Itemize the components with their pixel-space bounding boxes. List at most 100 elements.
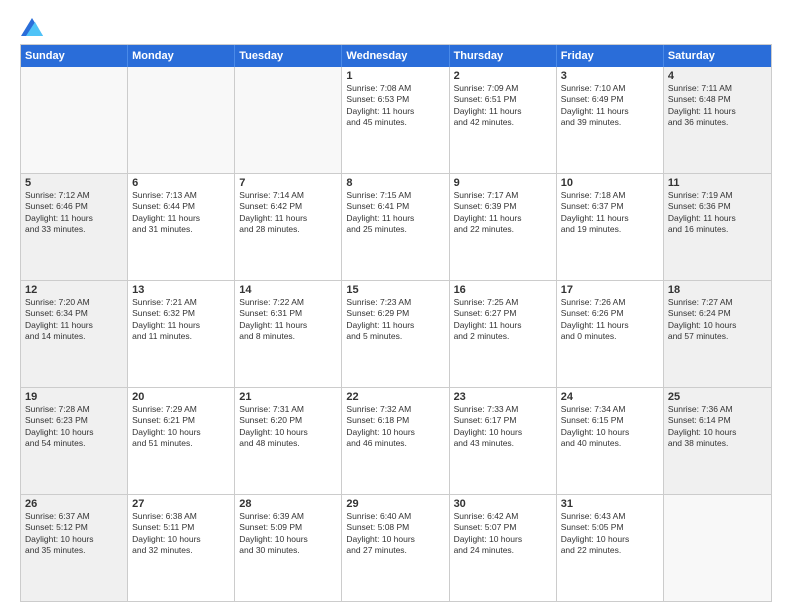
calendar-cell: 26Sunrise: 6:37 AM Sunset: 5:12 PM Dayli… <box>21 495 128 601</box>
cell-info: Sunrise: 6:43 AM Sunset: 5:05 PM Dayligh… <box>561 511 659 557</box>
header <box>20 18 772 34</box>
day-header-friday: Friday <box>557 45 664 67</box>
calendar-row-1: 1Sunrise: 7:08 AM Sunset: 6:53 PM Daylig… <box>21 67 771 173</box>
cell-info: Sunrise: 6:42 AM Sunset: 5:07 PM Dayligh… <box>454 511 552 557</box>
cell-info: Sunrise: 7:28 AM Sunset: 6:23 PM Dayligh… <box>25 404 123 450</box>
day-number: 11 <box>668 177 767 189</box>
day-number: 21 <box>239 391 337 403</box>
cell-info: Sunrise: 7:08 AM Sunset: 6:53 PM Dayligh… <box>346 83 444 129</box>
day-number: 5 <box>25 177 123 189</box>
day-number: 1 <box>346 70 444 82</box>
cell-info: Sunrise: 7:26 AM Sunset: 6:26 PM Dayligh… <box>561 297 659 343</box>
calendar-cell: 27Sunrise: 6:38 AM Sunset: 5:11 PM Dayli… <box>128 495 235 601</box>
cell-info: Sunrise: 7:31 AM Sunset: 6:20 PM Dayligh… <box>239 404 337 450</box>
calendar-cell: 19Sunrise: 7:28 AM Sunset: 6:23 PM Dayli… <box>21 388 128 494</box>
cell-info: Sunrise: 7:29 AM Sunset: 6:21 PM Dayligh… <box>132 404 230 450</box>
calendar: SundayMondayTuesdayWednesdayThursdayFrid… <box>20 44 772 602</box>
day-number: 8 <box>346 177 444 189</box>
calendar-cell: 12Sunrise: 7:20 AM Sunset: 6:34 PM Dayli… <box>21 281 128 387</box>
day-header-saturday: Saturday <box>664 45 771 67</box>
calendar-cell: 23Sunrise: 7:33 AM Sunset: 6:17 PM Dayli… <box>450 388 557 494</box>
calendar-cell: 8Sunrise: 7:15 AM Sunset: 6:41 PM Daylig… <box>342 174 449 280</box>
cell-info: Sunrise: 6:38 AM Sunset: 5:11 PM Dayligh… <box>132 511 230 557</box>
day-number: 3 <box>561 70 659 82</box>
day-number: 27 <box>132 498 230 510</box>
day-number: 6 <box>132 177 230 189</box>
calendar-cell: 20Sunrise: 7:29 AM Sunset: 6:21 PM Dayli… <box>128 388 235 494</box>
day-header-wednesday: Wednesday <box>342 45 449 67</box>
day-number: 23 <box>454 391 552 403</box>
day-number: 16 <box>454 284 552 296</box>
calendar-row-2: 5Sunrise: 7:12 AM Sunset: 6:46 PM Daylig… <box>21 173 771 280</box>
calendar-cell: 29Sunrise: 6:40 AM Sunset: 5:08 PM Dayli… <box>342 495 449 601</box>
calendar-cell: 14Sunrise: 7:22 AM Sunset: 6:31 PM Dayli… <box>235 281 342 387</box>
cell-info: Sunrise: 7:21 AM Sunset: 6:32 PM Dayligh… <box>132 297 230 343</box>
cell-info: Sunrise: 7:19 AM Sunset: 6:36 PM Dayligh… <box>668 190 767 236</box>
calendar-cell: 21Sunrise: 7:31 AM Sunset: 6:20 PM Dayli… <box>235 388 342 494</box>
calendar-cell: 13Sunrise: 7:21 AM Sunset: 6:32 PM Dayli… <box>128 281 235 387</box>
calendar-cell: 9Sunrise: 7:17 AM Sunset: 6:39 PM Daylig… <box>450 174 557 280</box>
calendar-cell: 4Sunrise: 7:11 AM Sunset: 6:48 PM Daylig… <box>664 67 771 173</box>
cell-info: Sunrise: 7:15 AM Sunset: 6:41 PM Dayligh… <box>346 190 444 236</box>
day-header-monday: Monday <box>128 45 235 67</box>
day-number: 4 <box>668 70 767 82</box>
cell-info: Sunrise: 7:18 AM Sunset: 6:37 PM Dayligh… <box>561 190 659 236</box>
cell-info: Sunrise: 7:17 AM Sunset: 6:39 PM Dayligh… <box>454 190 552 236</box>
cell-info: Sunrise: 7:33 AM Sunset: 6:17 PM Dayligh… <box>454 404 552 450</box>
cell-info: Sunrise: 6:37 AM Sunset: 5:12 PM Dayligh… <box>25 511 123 557</box>
calendar-cell <box>128 67 235 173</box>
day-number: 17 <box>561 284 659 296</box>
cell-info: Sunrise: 7:23 AM Sunset: 6:29 PM Dayligh… <box>346 297 444 343</box>
day-number: 31 <box>561 498 659 510</box>
cell-info: Sunrise: 7:34 AM Sunset: 6:15 PM Dayligh… <box>561 404 659 450</box>
day-number: 22 <box>346 391 444 403</box>
calendar-cell: 5Sunrise: 7:12 AM Sunset: 6:46 PM Daylig… <box>21 174 128 280</box>
calendar-cell: 17Sunrise: 7:26 AM Sunset: 6:26 PM Dayli… <box>557 281 664 387</box>
calendar-cell: 10Sunrise: 7:18 AM Sunset: 6:37 PM Dayli… <box>557 174 664 280</box>
day-number: 14 <box>239 284 337 296</box>
cell-info: Sunrise: 7:14 AM Sunset: 6:42 PM Dayligh… <box>239 190 337 236</box>
cell-info: Sunrise: 7:09 AM Sunset: 6:51 PM Dayligh… <box>454 83 552 129</box>
day-number: 9 <box>454 177 552 189</box>
cell-info: Sunrise: 7:10 AM Sunset: 6:49 PM Dayligh… <box>561 83 659 129</box>
calendar-cell: 7Sunrise: 7:14 AM Sunset: 6:42 PM Daylig… <box>235 174 342 280</box>
cell-info: Sunrise: 7:32 AM Sunset: 6:18 PM Dayligh… <box>346 404 444 450</box>
calendar-cell: 15Sunrise: 7:23 AM Sunset: 6:29 PM Dayli… <box>342 281 449 387</box>
day-header-tuesday: Tuesday <box>235 45 342 67</box>
calendar-cell: 24Sunrise: 7:34 AM Sunset: 6:15 PM Dayli… <box>557 388 664 494</box>
calendar-cell: 11Sunrise: 7:19 AM Sunset: 6:36 PM Dayli… <box>664 174 771 280</box>
day-number: 20 <box>132 391 230 403</box>
day-number: 29 <box>346 498 444 510</box>
cell-info: Sunrise: 6:40 AM Sunset: 5:08 PM Dayligh… <box>346 511 444 557</box>
day-number: 18 <box>668 284 767 296</box>
logo-icon <box>21 18 43 36</box>
cell-info: Sunrise: 7:27 AM Sunset: 6:24 PM Dayligh… <box>668 297 767 343</box>
cell-info: Sunrise: 7:36 AM Sunset: 6:14 PM Dayligh… <box>668 404 767 450</box>
calendar-cell: 30Sunrise: 6:42 AM Sunset: 5:07 PM Dayli… <box>450 495 557 601</box>
calendar-header: SundayMondayTuesdayWednesdayThursdayFrid… <box>21 45 771 67</box>
calendar-row-3: 12Sunrise: 7:20 AM Sunset: 6:34 PM Dayli… <box>21 280 771 387</box>
day-number: 2 <box>454 70 552 82</box>
day-number: 28 <box>239 498 337 510</box>
calendar-cell: 16Sunrise: 7:25 AM Sunset: 6:27 PM Dayli… <box>450 281 557 387</box>
calendar-cell: 28Sunrise: 6:39 AM Sunset: 5:09 PM Dayli… <box>235 495 342 601</box>
calendar-row-5: 26Sunrise: 6:37 AM Sunset: 5:12 PM Dayli… <box>21 494 771 601</box>
cell-info: Sunrise: 7:20 AM Sunset: 6:34 PM Dayligh… <box>25 297 123 343</box>
cell-info: Sunrise: 7:12 AM Sunset: 6:46 PM Dayligh… <box>25 190 123 236</box>
calendar-cell <box>664 495 771 601</box>
day-number: 30 <box>454 498 552 510</box>
day-number: 12 <box>25 284 123 296</box>
cell-info: Sunrise: 6:39 AM Sunset: 5:09 PM Dayligh… <box>239 511 337 557</box>
calendar-cell: 31Sunrise: 6:43 AM Sunset: 5:05 PM Dayli… <box>557 495 664 601</box>
day-number: 24 <box>561 391 659 403</box>
day-number: 26 <box>25 498 123 510</box>
calendar-cell <box>235 67 342 173</box>
calendar-row-4: 19Sunrise: 7:28 AM Sunset: 6:23 PM Dayli… <box>21 387 771 494</box>
day-number: 25 <box>668 391 767 403</box>
day-number: 13 <box>132 284 230 296</box>
day-header-sunday: Sunday <box>21 45 128 67</box>
day-number: 10 <box>561 177 659 189</box>
day-number: 15 <box>346 284 444 296</box>
calendar-body: 1Sunrise: 7:08 AM Sunset: 6:53 PM Daylig… <box>21 67 771 601</box>
day-number: 19 <box>25 391 123 403</box>
